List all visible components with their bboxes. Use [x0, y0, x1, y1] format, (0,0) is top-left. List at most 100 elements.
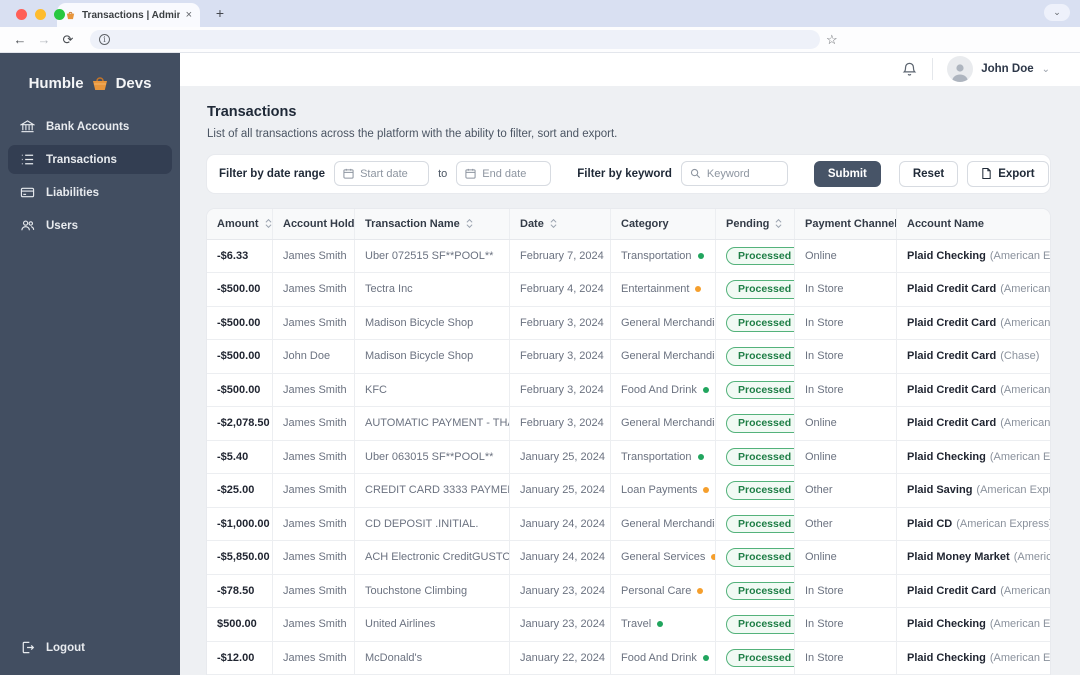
- account-institution-label: (American Expre...: [989, 249, 1050, 262]
- keyword-input[interactable]: [680, 161, 788, 186]
- account-name-label: Plaid CD: [907, 517, 953, 530]
- account-name-label: Plaid Checking: [907, 651, 986, 664]
- payment-channel-cell: In Store: [795, 273, 897, 306]
- window-close-button[interactable]: [16, 9, 27, 20]
- pending-cell: Processed: [716, 373, 795, 406]
- pending-cell: Processed: [716, 608, 795, 641]
- browser-tab-strip: Transactions | Admin Dashbo × + ⌄: [0, 0, 1080, 27]
- column-header-account-name[interactable]: Account Name: [897, 209, 1050, 239]
- sort-icon[interactable]: [265, 219, 272, 228]
- table-row[interactable]: -$78.50 James Smith Touchstone Climbing …: [207, 574, 1050, 608]
- account-holder-cell: James Smith: [273, 641, 355, 674]
- sidebar-item-liabilities[interactable]: Liabilities: [8, 178, 172, 207]
- table-row[interactable]: -$2,078.50 James Smith AUTOMATIC PAYMENT…: [207, 407, 1050, 441]
- column-header-date[interactable]: Date: [510, 208, 611, 239]
- window-zoom-button[interactable]: [54, 9, 65, 20]
- amount-cell: -$1,000.00: [207, 507, 273, 540]
- back-icon[interactable]: ←: [10, 30, 30, 50]
- table-row[interactable]: -$500.00 James Smith Tectra Inc February…: [207, 273, 1050, 307]
- table-row[interactable]: -$500.00 James Smith Madison Bicycle Sho…: [207, 306, 1050, 340]
- account-institution-label: (American E...: [1013, 551, 1050, 564]
- start-date-input[interactable]: [334, 161, 430, 186]
- category-cell: Transportation: [611, 239, 716, 272]
- payment-channel-cell: Online: [795, 239, 897, 272]
- site-info-icon[interactable]: i: [99, 34, 110, 45]
- account-name-label: Plaid Money Market: [907, 551, 1010, 564]
- category-label: Entertainment: [621, 283, 690, 296]
- category-cell: Personal Care: [611, 574, 716, 607]
- table-row[interactable]: -$6.33 James Smith Uber 072515 SF**POOL*…: [207, 239, 1050, 273]
- status-badge: Processed: [726, 280, 794, 299]
- keyword-field[interactable]: [706, 167, 779, 180]
- payment-channel-cell: Online: [795, 541, 897, 574]
- reset-button[interactable]: Reset: [898, 160, 959, 187]
- tab-close-icon[interactable]: ×: [186, 9, 192, 21]
- pending-cell: Processed: [716, 541, 795, 574]
- table-row[interactable]: -$500.00 John Doe Madison Bicycle Shop F…: [207, 340, 1050, 374]
- category-cell: Travel: [611, 608, 716, 641]
- column-header-pending[interactable]: Pending: [716, 208, 795, 239]
- status-badge: Processed: [726, 414, 794, 433]
- submit-button[interactable]: Submit: [813, 160, 881, 187]
- column-header-amount[interactable]: Amount: [207, 208, 273, 239]
- account-name-label: Plaid Credit Card: [907, 417, 997, 430]
- sidebar-item-users[interactable]: Users: [8, 211, 172, 240]
- account-institution-label: (Chase): [1000, 350, 1040, 363]
- account-institution-label: (American Expre...: [989, 618, 1050, 631]
- table-row[interactable]: -$25.00 James Smith CREDIT CARD 3333 PAY…: [207, 474, 1050, 508]
- start-date-field[interactable]: [360, 167, 421, 180]
- table-row[interactable]: -$5.40 James Smith Uber 063015 SF**POOL*…: [207, 440, 1050, 474]
- column-header-category[interactable]: Category: [611, 208, 716, 239]
- account-holder-cell: James Smith: [273, 608, 355, 641]
- table-row[interactable]: $500.00 James Smith United Airlines Janu…: [207, 608, 1050, 642]
- category-cell: General Merchandise: [611, 306, 716, 339]
- sort-icon[interactable]: [775, 219, 782, 228]
- status-badge: Processed: [726, 313, 794, 332]
- page-title: Transactions: [207, 103, 297, 120]
- end-date-input[interactable]: [456, 161, 552, 186]
- amount-cell: -$78.50: [207, 574, 273, 607]
- window-minimize-button[interactable]: [35, 9, 46, 20]
- forward-icon[interactable]: →: [34, 30, 54, 50]
- page-subtitle: List of all transactions across the plat…: [207, 127, 618, 140]
- export-button[interactable]: Export: [967, 160, 1049, 187]
- end-date-field[interactable]: [482, 167, 543, 180]
- sidebar-item-bank-accounts[interactable]: Bank Accounts: [8, 112, 172, 141]
- tab-search-chevron-icon[interactable]: ⌄: [1044, 4, 1070, 21]
- calendar-icon: [343, 168, 354, 179]
- account-institution-label: (American Expre...: [989, 450, 1050, 463]
- sort-icon[interactable]: [550, 219, 557, 228]
- account-holder-cell: James Smith: [273, 474, 355, 507]
- logout-button[interactable]: Logout: [0, 630, 180, 675]
- reload-icon[interactable]: ⟳: [58, 30, 78, 50]
- url-bar[interactable]: i: [90, 30, 820, 49]
- sort-icon[interactable]: [466, 219, 473, 228]
- date-range-label: Filter by date range: [219, 167, 326, 180]
- account-name-label: Plaid Checking: [907, 249, 986, 262]
- user-menu[interactable]: John Doe ⌄: [947, 56, 1050, 83]
- sidebar: Humble Devs Bank Accounts Transactions L…: [0, 53, 180, 675]
- window-controls: [16, 9, 65, 20]
- table-row[interactable]: -$12.00 James Smith McDonald's January 2…: [207, 641, 1050, 675]
- column-header-payment-channel[interactable]: Payment Channel: [795, 208, 897, 239]
- status-badge: Processed: [726, 615, 794, 634]
- status-badge: Processed: [726, 548, 794, 567]
- amount-cell: -$5,850.00: [207, 541, 273, 574]
- table-row[interactable]: -$5,850.00 James Smith ACH Electronic Cr…: [207, 541, 1050, 575]
- keyword-label: Filter by keyword: [577, 167, 672, 180]
- transaction-name-cell: CD DEPOSIT .INITIAL.: [355, 507, 510, 540]
- browser-tab[interactable]: Transactions | Admin Dashbo ×: [57, 3, 200, 27]
- category-cell: General Merchandise: [611, 340, 716, 373]
- sidebar-item-transactions[interactable]: Transactions: [8, 145, 172, 174]
- new-tab-button[interactable]: +: [210, 3, 230, 23]
- notification-bell-icon[interactable]: [901, 61, 918, 78]
- column-header-account-holder[interactable]: Account Holder: [273, 208, 355, 239]
- bookmark-star-icon[interactable]: ☆: [826, 32, 838, 48]
- table-row[interactable]: -$1,000.00 James Smith CD DEPOSIT .INITI…: [207, 507, 1050, 541]
- table-row[interactable]: -$500.00 James Smith KFC February 3, 202…: [207, 373, 1050, 407]
- transaction-name-cell: KFC: [355, 373, 510, 406]
- category-cell: Food And Drink: [611, 373, 716, 406]
- column-header-transaction-name[interactable]: Transaction Name: [355, 208, 510, 239]
- amount-cell: -$2,078.50: [207, 407, 273, 440]
- payment-channel-cell: Other: [795, 474, 897, 507]
